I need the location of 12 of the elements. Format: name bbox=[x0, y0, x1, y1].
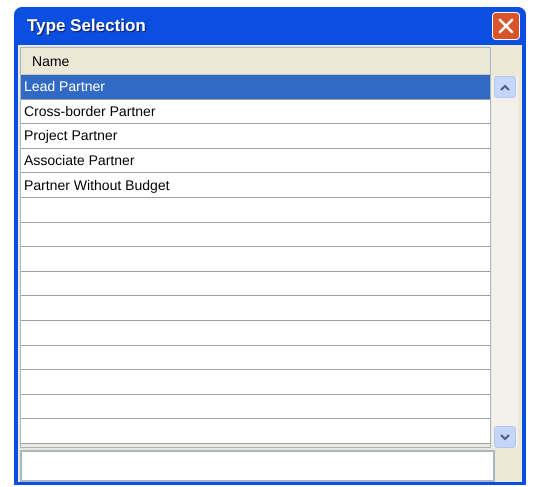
table-row[interactable]: Cross-border Partner bbox=[21, 100, 490, 124]
chevron-down-icon bbox=[500, 434, 510, 440]
table-row[interactable]: Lead Partner bbox=[21, 75, 490, 100]
chevron-up-icon bbox=[500, 84, 510, 90]
scrollbar[interactable] bbox=[492, 76, 518, 448]
close-button[interactable] bbox=[492, 12, 520, 40]
scroll-down-button[interactable] bbox=[494, 426, 516, 448]
close-icon bbox=[498, 18, 514, 34]
column-header[interactable]: Name bbox=[21, 50, 70, 72]
input-field[interactable] bbox=[20, 450, 495, 482]
window-title: Type Selection bbox=[27, 15, 146, 38]
scroll-up-button[interactable] bbox=[494, 76, 516, 98]
